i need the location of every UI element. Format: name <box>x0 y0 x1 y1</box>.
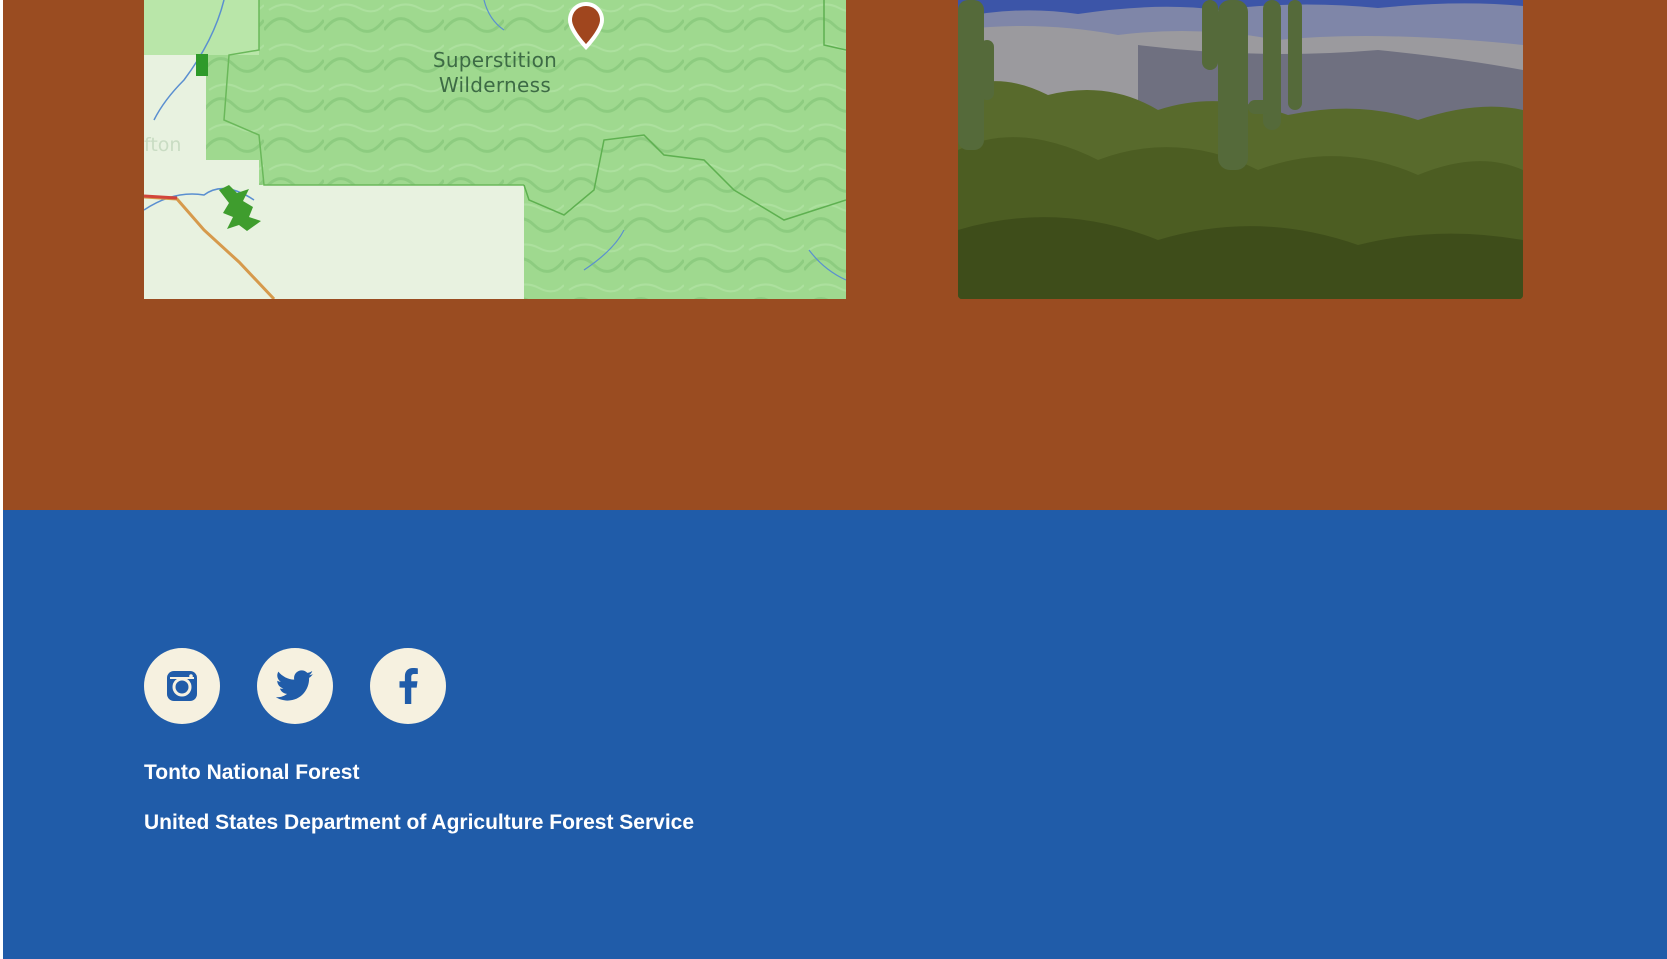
saguaro-photo-graphic <box>958 0 1523 299</box>
twitter-icon <box>276 670 314 701</box>
agency-name: United States Department of Agriculture … <box>144 811 695 834</box>
wilderness-map[interactable]: Superstition Wilderness fton <box>144 0 846 299</box>
facebook-icon <box>399 668 418 704</box>
map-place-label: Superstition <box>432 48 558 72</box>
saguaro-photo <box>958 0 1523 299</box>
twitter-link[interactable] <box>257 648 333 724</box>
site-footer: Tonto National Forest United States Depa… <box>3 510 1667 959</box>
facebook-link[interactable] <box>370 648 446 724</box>
forest-name: Tonto National Forest <box>144 761 360 784</box>
map-place-label-line2: Wilderness <box>438 73 552 97</box>
map-photo-section: Superstition Wilderness fton <box>3 0 1667 510</box>
instagram-link[interactable] <box>144 648 220 724</box>
page: Superstition Wilderness fton Tonto Natio… <box>3 0 1667 959</box>
social-links <box>144 648 446 724</box>
map-graphic <box>144 0 846 299</box>
map-faint-label: fton <box>144 134 182 156</box>
instagram-icon <box>167 671 197 701</box>
